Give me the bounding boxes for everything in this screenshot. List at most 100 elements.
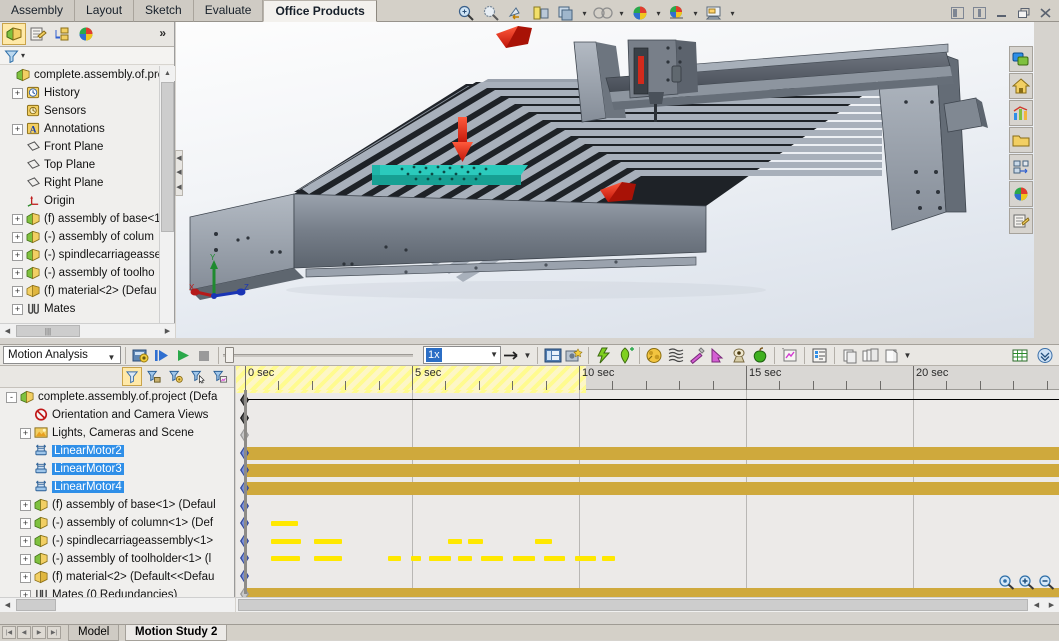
calculate-button[interactable]: [130, 345, 151, 365]
timeline-motion-segment[interactable]: [448, 539, 462, 544]
timeline-motion-segment[interactable]: [513, 556, 535, 561]
feature-tree-row[interactable]: Top Plane: [0, 156, 160, 174]
filter-animated-button[interactable]: [144, 367, 164, 386]
timeline-motion-segment[interactable]: [271, 521, 298, 526]
timeline-motion-segment[interactable]: [458, 556, 472, 561]
motion-study-properties-button[interactable]: [809, 345, 830, 365]
timeline-change-bar[interactable]: [245, 464, 1059, 477]
playback-mode-button[interactable]: [501, 345, 522, 365]
chevron-down-icon[interactable]: ▼: [105, 350, 118, 362]
timeline-motion-segment[interactable]: [544, 556, 565, 561]
tree-expander[interactable]: +: [20, 518, 31, 529]
timeline-motion-segment[interactable]: [575, 556, 596, 561]
motion-tree-row[interactable]: -complete.assembly.of.project (Defa: [0, 388, 235, 406]
tile-left-icon[interactable]: [950, 6, 965, 20]
apple-icon[interactable]: [749, 345, 770, 365]
tree-expander[interactable]: +: [12, 88, 23, 99]
motion-tree-row[interactable]: LinearMotor3: [0, 460, 235, 478]
expand-items-button[interactable]: [860, 345, 881, 365]
view-settings-icon[interactable]: [703, 2, 725, 24]
feature-tree[interactable]: complete.assembly.of.pro+HistorySensors+…: [0, 66, 160, 338]
timeline-motion-segment[interactable]: [314, 539, 342, 544]
tree-expander[interactable]: +: [20, 554, 31, 565]
timeline-motion-segment[interactable]: [429, 556, 451, 561]
playback-speed-slider[interactable]: [223, 345, 423, 365]
decals-icon[interactable]: [1009, 208, 1033, 234]
zoom-in-timeline-icon[interactable]: [1018, 574, 1035, 590]
tab-prev-icon[interactable]: ◀: [17, 626, 31, 639]
filter-drivers-button[interactable]: [166, 367, 186, 386]
animation-wizard-button[interactable]: [563, 345, 584, 365]
feature-manager-overflow[interactable]: »: [159, 26, 166, 40]
timeline-motion-segment[interactable]: [481, 556, 503, 561]
tab-sketch[interactable]: Sketch: [134, 0, 194, 22]
timeline-panel[interactable]: 0 sec5 sec10 sec15 sec20 sec ◀ ▶: [236, 366, 1059, 612]
tree-expander[interactable]: +: [12, 286, 23, 297]
tree-expander[interactable]: +: [20, 536, 31, 547]
filter-all-button[interactable]: [122, 367, 142, 386]
feature-tree-row[interactable]: complete.assembly.of.pro: [0, 66, 160, 84]
results-and-plots-button[interactable]: ": [779, 345, 800, 365]
display-pane-icon[interactable]: [1009, 46, 1033, 72]
copy-keys-button[interactable]: [881, 345, 902, 365]
hide-show-caret-icon[interactable]: ▾: [654, 2, 663, 24]
tab-office-products[interactable]: Office Products: [263, 0, 376, 22]
tree-expander[interactable]: +: [20, 572, 31, 583]
timeline-change-bar[interactable]: [245, 447, 1059, 460]
feature-tree-row[interactable]: +(-) assembly of toolho: [0, 264, 160, 282]
spring-button[interactable]: [614, 345, 635, 365]
collapse-items-button[interactable]: [839, 345, 860, 365]
tree-expander[interactable]: -: [6, 392, 17, 403]
motion-tree-row[interactable]: LinearMotor2: [0, 442, 235, 460]
motion-tree-row[interactable]: +(f) assembly of base<1> (Defaul: [0, 496, 235, 514]
motion-tree-hscrollbar[interactable]: ◀: [0, 597, 235, 612]
sensors-chart-icon[interactable]: [1009, 100, 1033, 126]
scenes-sphere-icon[interactable]: [1009, 181, 1033, 207]
motion-tree-row[interactable]: +(-) assembly of toolholder<1> (l: [0, 550, 235, 568]
playback-mode-caret-icon[interactable]: ▼: [522, 345, 533, 365]
filter-caret-icon[interactable]: ▾: [21, 51, 25, 60]
folder-icon[interactable]: [1009, 127, 1033, 153]
tab-last-icon[interactable]: ▶|: [47, 626, 61, 639]
tab-layout[interactable]: Layout: [75, 0, 134, 22]
panel-splitter[interactable]: ◀◀◀: [175, 150, 183, 196]
timeline-tracks[interactable]: [236, 390, 1059, 594]
feature-tree-row[interactable]: +(-) spindlecarriageasse: [0, 246, 160, 264]
hscroll-thumb[interactable]: |||: [16, 325, 80, 337]
feature-tree-row[interactable]: Sensors: [0, 102, 160, 120]
zoom-to-fit-timeline-icon[interactable]: [998, 574, 1015, 590]
apply-scene-caret-icon[interactable]: ▾: [691, 2, 700, 24]
gravity-button[interactable]: [707, 345, 728, 365]
copy-keys-caret-icon[interactable]: ▼: [902, 345, 913, 365]
tree-expander[interactable]: +: [12, 232, 23, 243]
design-table-button[interactable]: [1009, 345, 1030, 365]
zoom-to-area-icon[interactable]: [480, 2, 502, 24]
timeline-hscrollbar[interactable]: ◀ ▶: [236, 597, 1059, 612]
timeline-ruler[interactable]: 0 sec5 sec10 sec15 sec20 sec: [236, 366, 1059, 390]
play-button[interactable]: [172, 345, 193, 365]
feature-tree-row[interactable]: +AAnnotations: [0, 120, 160, 138]
tree-expander[interactable]: +: [12, 214, 23, 225]
display-style-caret-icon[interactable]: ▾: [617, 2, 626, 24]
motion-tree-row[interactable]: Orientation and Camera Views: [0, 406, 235, 424]
motor-button[interactable]: [593, 345, 614, 365]
hscroll-right-arrow[interactable]: ▶: [160, 324, 175, 338]
tab-model[interactable]: Model: [68, 625, 119, 641]
slider-knob[interactable]: [225, 347, 234, 363]
view-orientation-icon[interactable]: [555, 2, 577, 24]
display-manager-tab[interactable]: [74, 23, 98, 45]
results-button[interactable]: [728, 345, 749, 365]
feature-tree-row[interactable]: +(f) material<2> (Defau: [0, 282, 160, 300]
timeline-motion-segment[interactable]: [271, 539, 301, 544]
view-settings-caret-icon[interactable]: ▾: [728, 2, 737, 24]
contact-button[interactable]: [686, 345, 707, 365]
timeline-change-bar[interactable]: [245, 482, 1059, 495]
feature-tree-row[interactable]: +(-) assembly of colum: [0, 228, 160, 246]
timeline-motion-segment[interactable]: [602, 556, 615, 561]
force-button[interactable]: [665, 345, 686, 365]
tree-expander[interactable]: +: [20, 428, 31, 439]
motion-tree-row[interactable]: +(-) spindlecarriageassembly<1>: [0, 532, 235, 550]
tree-expander[interactable]: +: [20, 500, 31, 511]
appearances-library-icon[interactable]: [1009, 154, 1033, 180]
feature-tree-row[interactable]: +History: [0, 84, 160, 102]
